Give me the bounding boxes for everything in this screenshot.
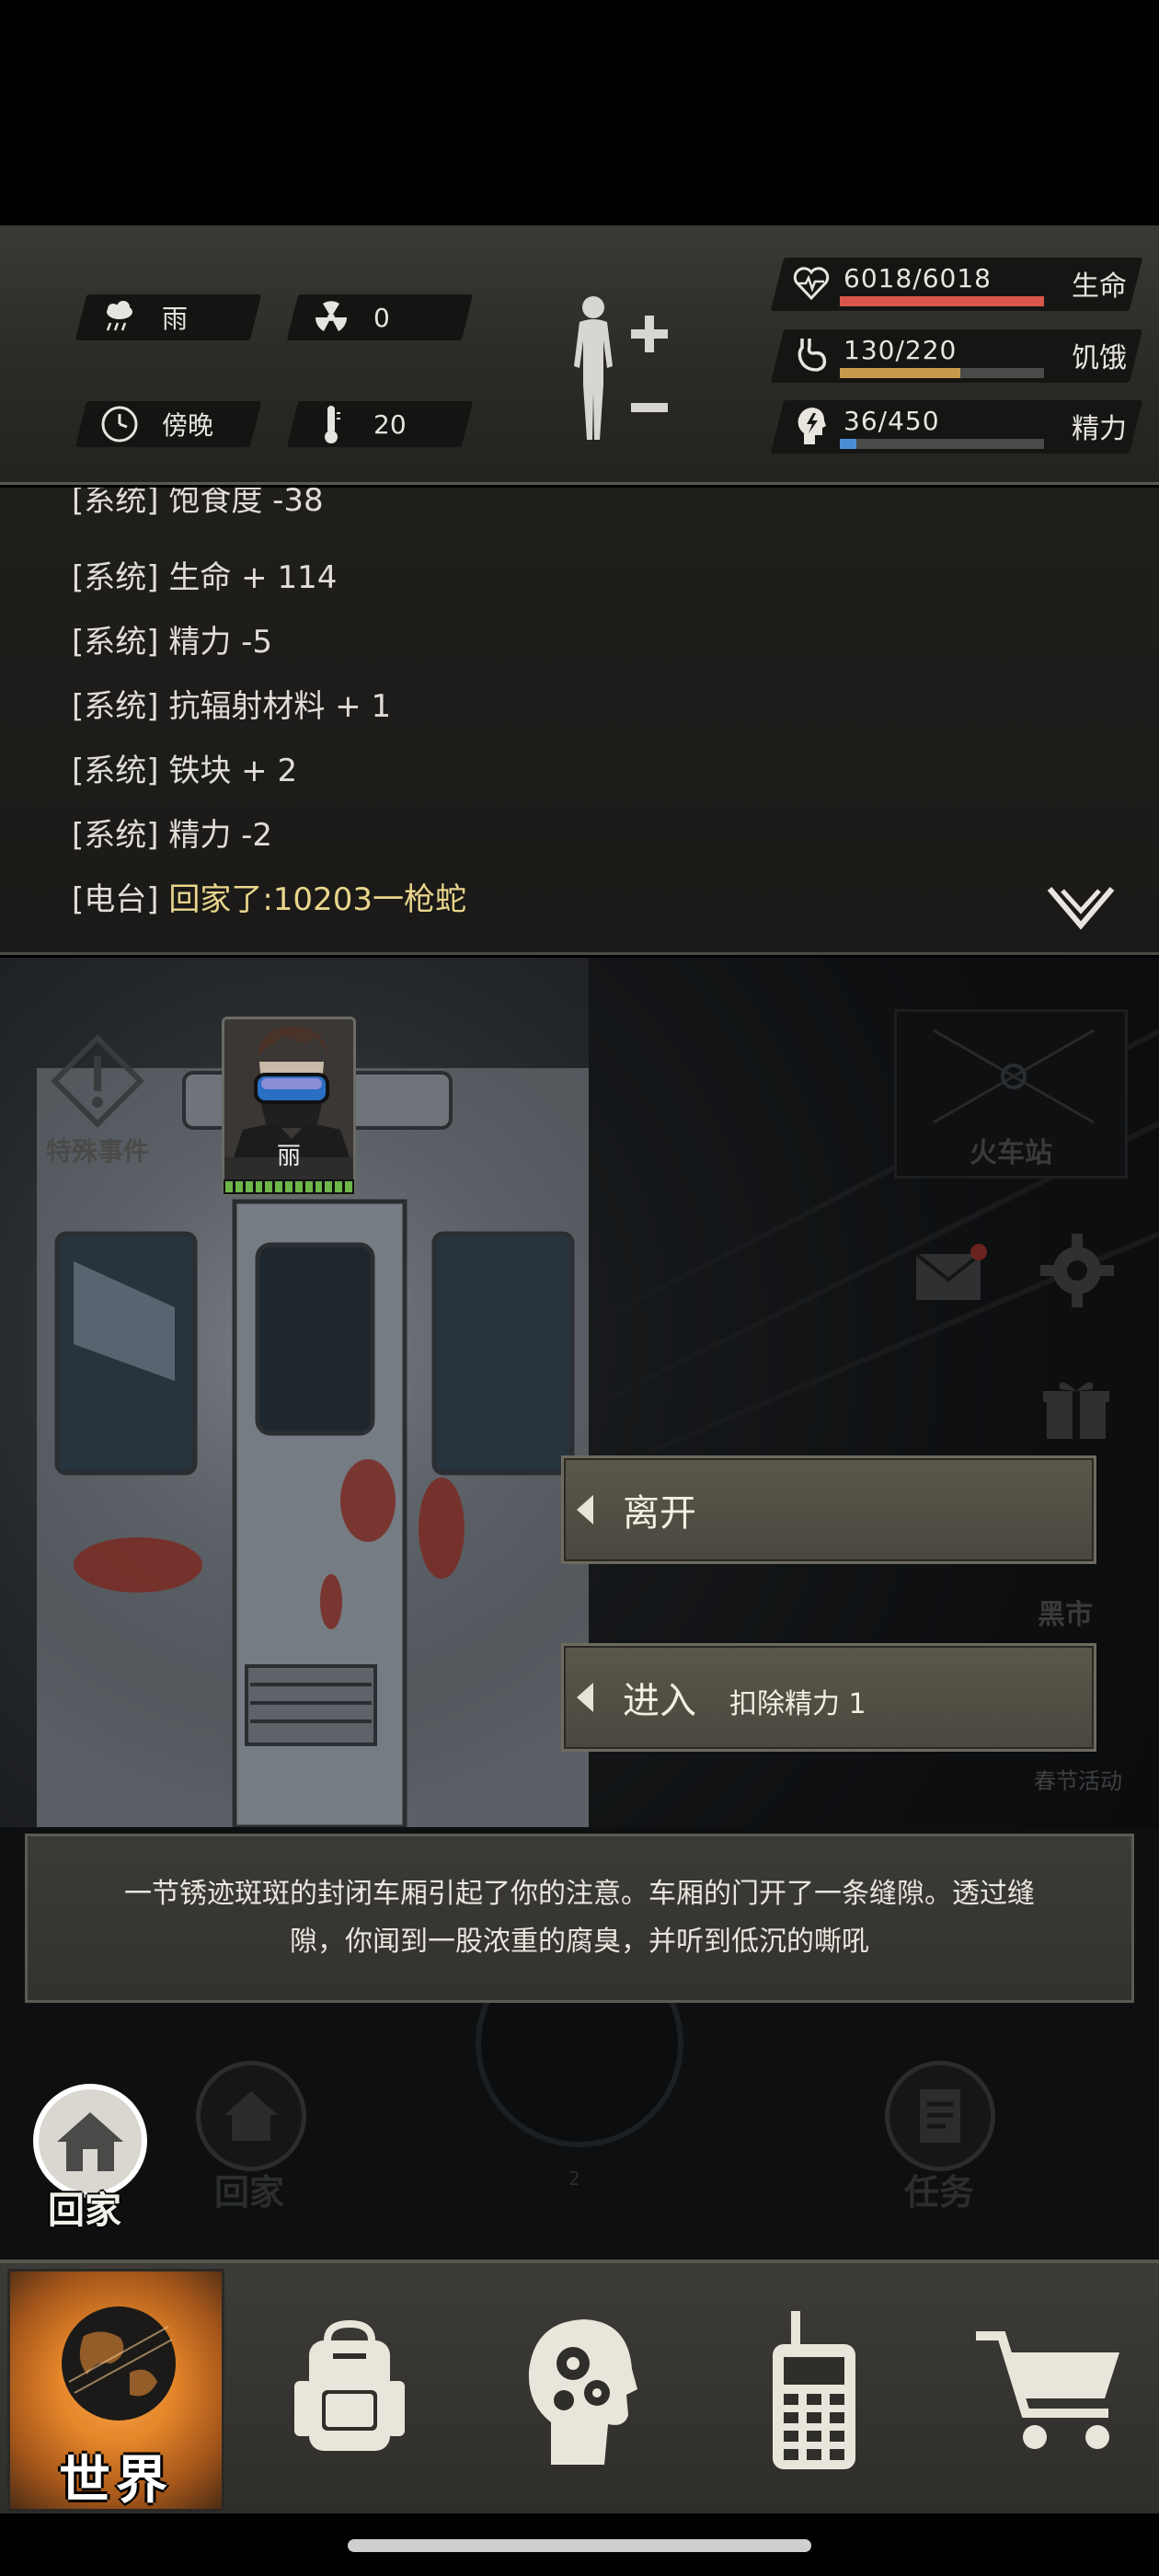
weather-chip: 雨 xyxy=(75,294,262,340)
hunger-value: 130/220 xyxy=(843,335,958,365)
bottom-navigation: 世界 xyxy=(0,2260,1159,2513)
spring-festival-button[interactable]: 春节活动 xyxy=(1034,1763,1122,1795)
home-indicator[interactable] xyxy=(348,2539,811,2552)
life-stat: 6018/6018 生命 xyxy=(770,258,1143,311)
human-body-icon xyxy=(574,296,668,440)
nav-world-tab[interactable]: 世界 xyxy=(7,2269,224,2512)
log-line: [系统] 饱食度 -38 xyxy=(72,488,324,519)
house-icon xyxy=(57,2112,123,2171)
shopping-cart-icon xyxy=(976,2331,1119,2449)
expand-log-chevron-icon[interactable] xyxy=(1044,883,1118,935)
lightning-head-icon xyxy=(790,405,832,447)
walkie-talkie-icon xyxy=(773,2311,855,2469)
gear-icon xyxy=(1040,1234,1114,1307)
thermometer-icon xyxy=(309,402,353,446)
rain-cloud-icon xyxy=(98,295,142,339)
character-portrait[interactable]: 丽 xyxy=(222,1017,356,1196)
hunger-bar-fill xyxy=(840,368,960,378)
mail-button[interactable] xyxy=(911,1237,988,1315)
enter-label: 进入 xyxy=(623,1680,696,1722)
nav-skills-tab[interactable] xyxy=(488,2282,671,2499)
temperature-value: 20 xyxy=(373,408,407,440)
life-value: 6018/6018 xyxy=(843,263,992,293)
radiation-value: 0 xyxy=(373,302,390,333)
go-home-label: 回家 xyxy=(48,2190,121,2232)
character-name: 丽 xyxy=(276,1143,301,1170)
temperature-chip: 20 xyxy=(286,401,474,447)
nav-radio-tab[interactable] xyxy=(722,2282,906,2499)
stomach-icon xyxy=(790,334,832,376)
backpack-icon xyxy=(294,2319,405,2451)
station-label: 火车站 xyxy=(970,1137,1052,1169)
event-description: 一节锈迹斑斑的封闭车厢引起了你的注意。车厢的门开了一条缝隙。透过缝隙，你闻到一股… xyxy=(25,1834,1134,2003)
log-line: [系统] 精力 -5 xyxy=(72,624,273,661)
energy-bar xyxy=(840,439,1044,449)
time-label: 傍晚 xyxy=(162,410,214,441)
life-bar xyxy=(840,296,1044,306)
leave-label: 离开 xyxy=(623,1492,696,1535)
left-arrow-icon xyxy=(577,1495,593,1524)
log-line: [系统] 铁块 + 2 xyxy=(72,753,298,789)
weather-label: 雨 xyxy=(162,304,189,334)
character-health-segments xyxy=(224,1179,354,1194)
hunger-stat: 130/220 饥饿 xyxy=(770,329,1143,383)
special-event-label: 特殊事件 xyxy=(46,1136,150,1167)
gift-button[interactable] xyxy=(1039,1371,1113,1444)
log-line: [系统] 抗辐射材料 + 1 xyxy=(72,688,392,725)
nav-backpack-tab[interactable] xyxy=(258,2282,442,2499)
energy-bar-fill xyxy=(840,439,856,449)
time-chip: 傍晚 xyxy=(75,401,262,447)
body-status-button[interactable] xyxy=(561,293,671,449)
log-line: [系统] 生命 + 114 xyxy=(72,559,338,596)
ghost-task-label: 任务 xyxy=(904,2172,975,2213)
special-event-button[interactable]: 特殊事件 xyxy=(46,1030,149,1168)
log-line-radio: [电台] 回家了:10203一枪蛇 xyxy=(72,881,466,918)
heart-icon xyxy=(790,262,832,305)
globe-icon xyxy=(62,2306,176,2421)
clock-icon xyxy=(98,402,142,446)
event-description-text: 一节锈迹斑斑的封闭车厢引起了你的注意。车厢的门开了一条缝隙。透过缝隙，你闻到一股… xyxy=(124,1878,1035,1958)
message-log[interactable]: [系统] 饱食度 -38 [系统] 生命 + 114 [系统] 精力 -5 [系… xyxy=(0,488,1159,955)
envelope-icon xyxy=(914,1244,987,1300)
radar-count: 2 xyxy=(568,2168,580,2190)
ghost-home-icon xyxy=(196,2061,306,2171)
energy-value: 36/450 xyxy=(843,406,940,436)
hunger-label: 饥饿 xyxy=(1072,342,1127,374)
brain-gears-icon xyxy=(528,2319,637,2465)
warning-diamond-icon xyxy=(51,1034,144,1128)
left-arrow-icon xyxy=(577,1683,593,1712)
energy-label: 精力 xyxy=(1072,413,1127,445)
map-crosshair-icon xyxy=(933,1029,1095,1124)
enter-cost-label: 扣除精力 1 xyxy=(729,1688,866,1720)
life-bar-fill xyxy=(840,296,1044,306)
ghost-home-label: 回家 xyxy=(214,2172,285,2213)
radiation-icon xyxy=(309,295,353,339)
hunger-bar xyxy=(840,368,1044,378)
life-label: 生命 xyxy=(1072,270,1127,303)
leave-choice-button[interactable]: 离开 xyxy=(561,1455,1096,1564)
station-map-button[interactable]: 火车站 xyxy=(894,1009,1128,1179)
log-line: [系统] 精力 -2 xyxy=(72,817,273,854)
settings-button[interactable] xyxy=(1035,1228,1119,1313)
energy-stat: 36/450 精力 xyxy=(770,400,1143,454)
enter-choice-button[interactable]: 进入 扣除精力 1 xyxy=(561,1643,1096,1752)
radiation-chip: 0 xyxy=(286,294,474,340)
nav-shop-tab[interactable] xyxy=(957,2282,1141,2499)
black-market-button[interactable]: 黑市 xyxy=(1038,1592,1093,1632)
ghost-task-icon xyxy=(885,2061,995,2171)
gift-icon xyxy=(1043,1382,1109,1439)
nav-world-label: 世界 xyxy=(59,2451,173,2511)
